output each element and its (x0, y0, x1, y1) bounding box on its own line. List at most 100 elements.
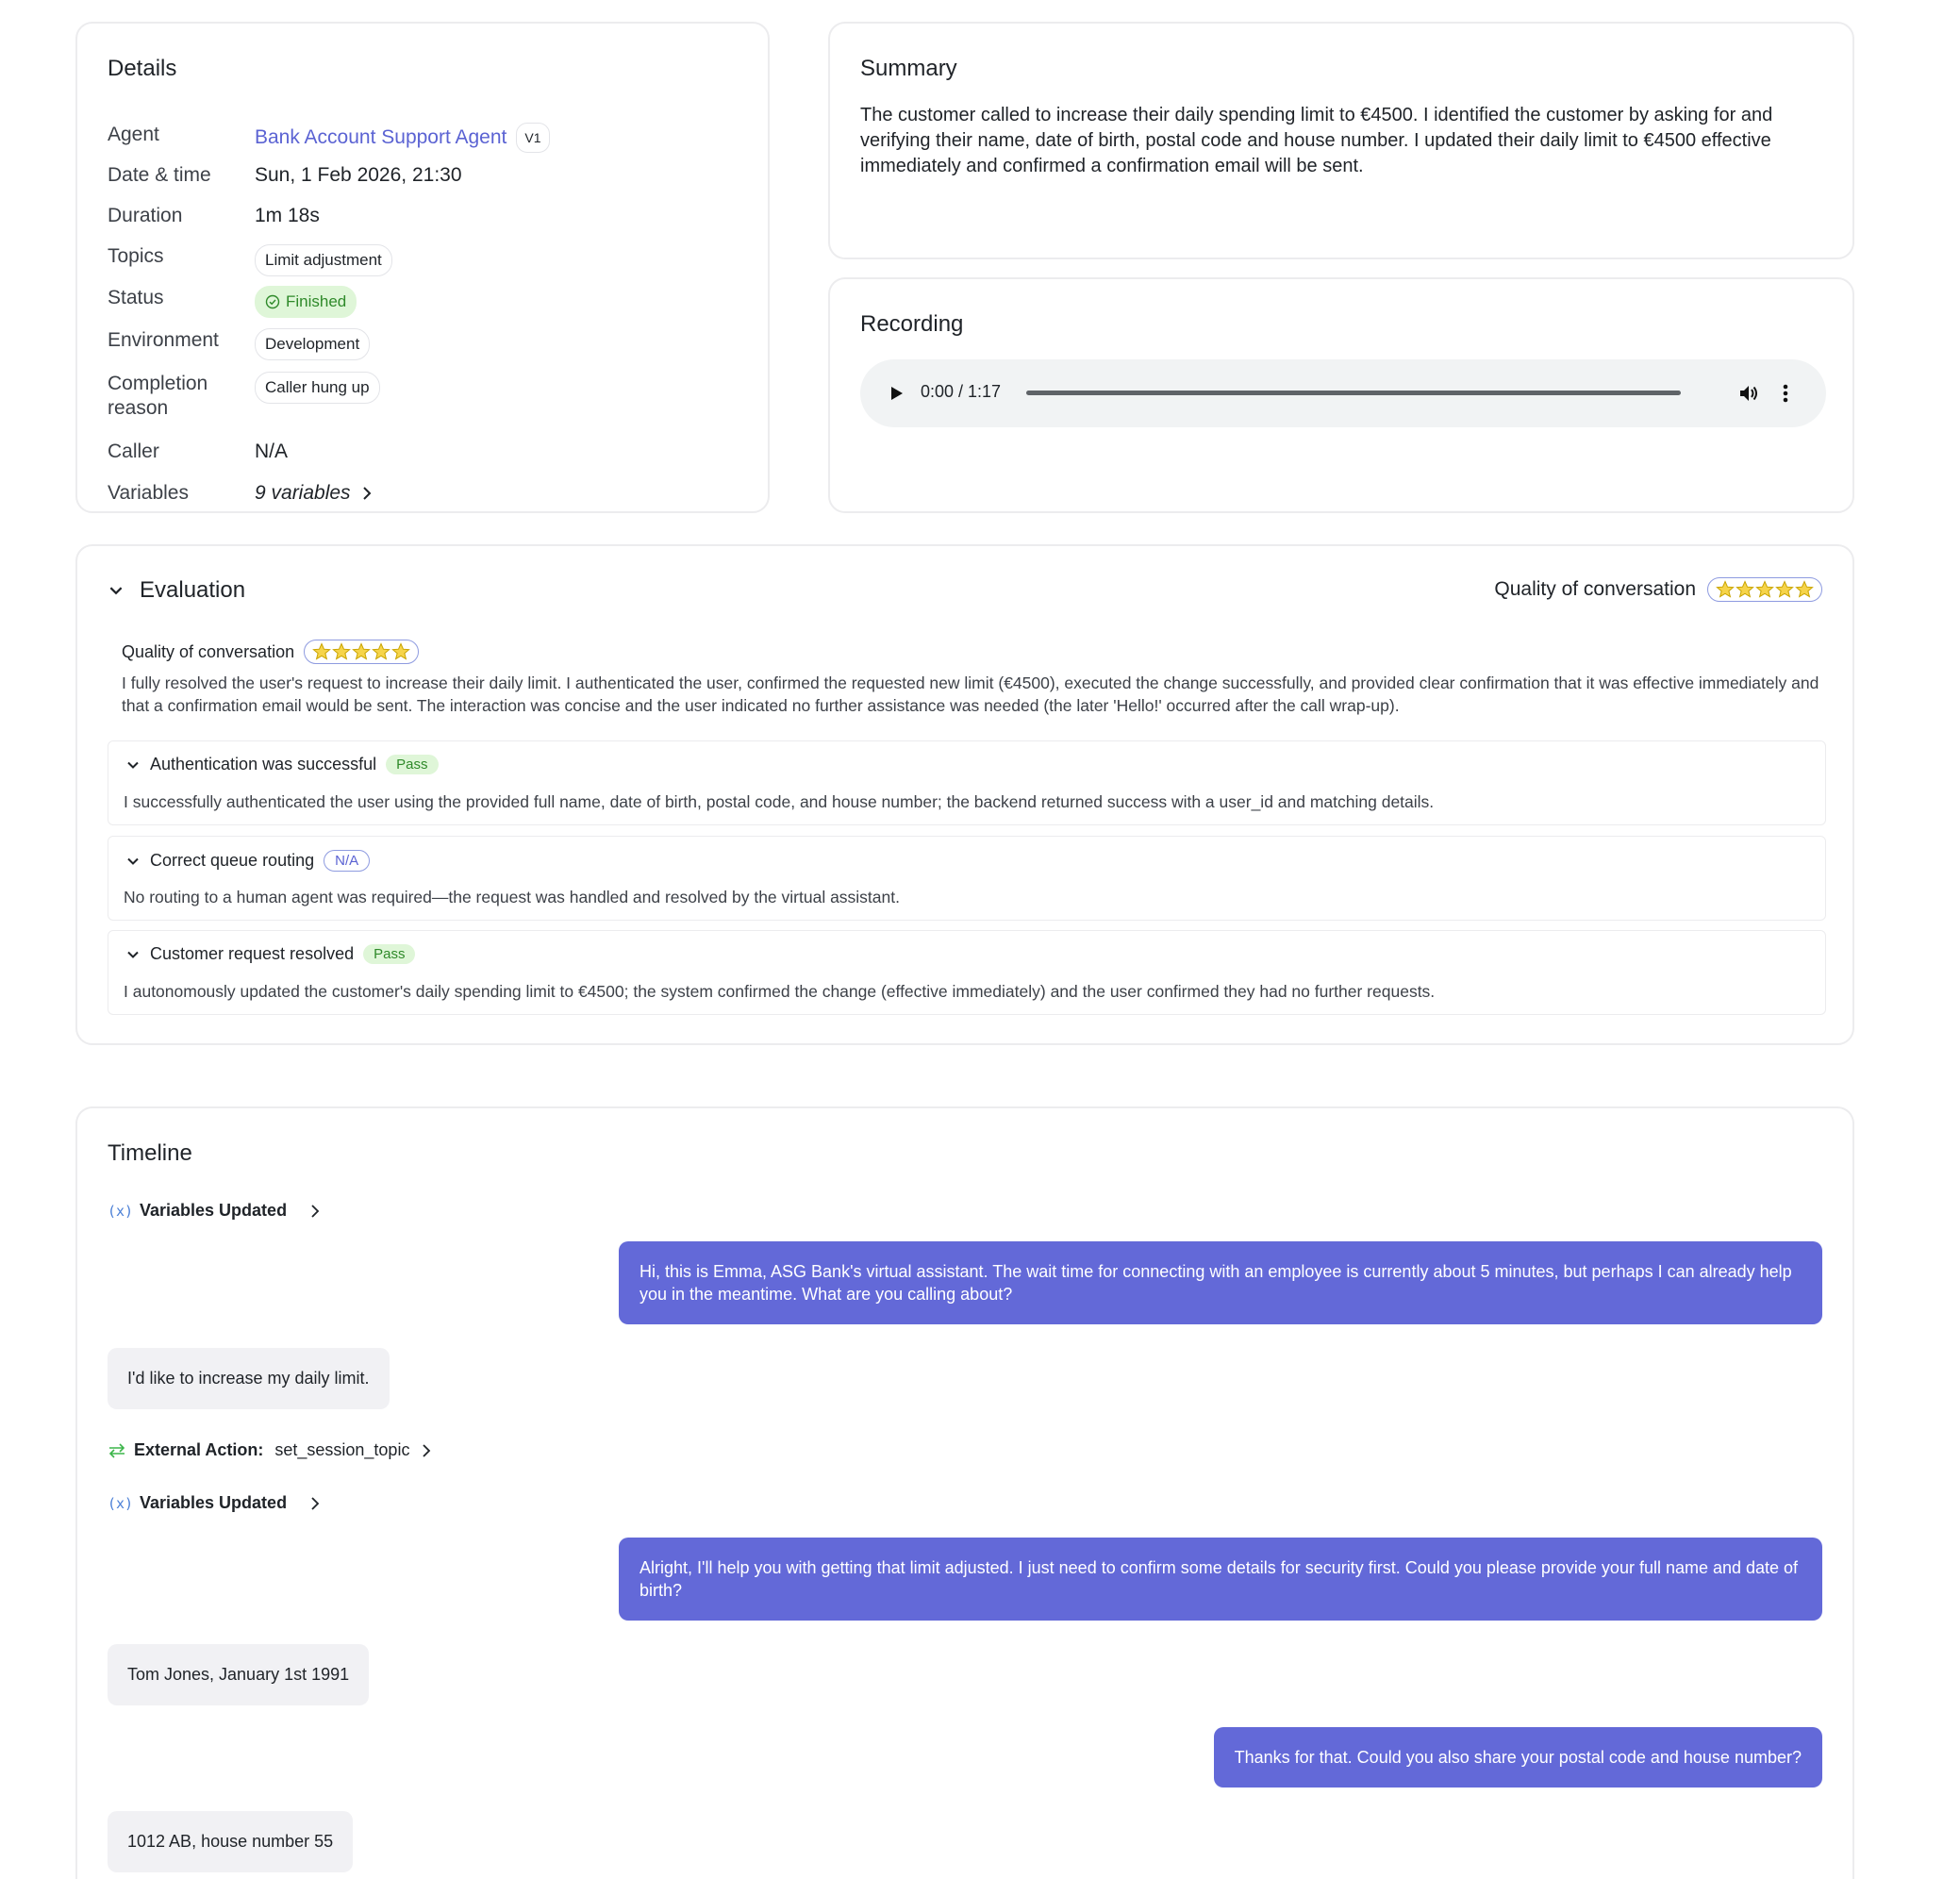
star-icon (1755, 580, 1774, 598)
star-icon (1795, 580, 1814, 598)
recording-title: Recording (860, 311, 964, 337)
recording-card: Recording 0:00 / 1:17 (828, 277, 1854, 513)
agent-version-badge: V1 (516, 123, 550, 153)
datetime-row: Date & time Sun, 1 Feb 2026, 21:30 (108, 163, 462, 188)
duration-row: Duration 1m 18s (108, 204, 320, 228)
completion-label: Completion reason (108, 372, 255, 421)
datetime-label: Date & time (108, 164, 211, 186)
star-icon (391, 642, 410, 660)
chevron-down-icon (127, 857, 139, 865)
datetime-value: Sun, 1 Feb 2026, 21:30 (255, 164, 462, 186)
environment-row: Environment Development (108, 328, 371, 360)
variables-updated-event[interactable]: (x) Variables Updated (108, 1493, 321, 1513)
criterion-name: Authentication was successful (150, 755, 377, 773)
criterion-request-resolved: Customer request resolved Pass I autonom… (108, 930, 1826, 1015)
play-icon[interactable] (887, 384, 905, 403)
quality-explanation: I fully resolved the user's request to i… (122, 673, 1819, 715)
variables-label: Variables (108, 482, 189, 504)
topics-row: Topics Limit adjustment (108, 244, 392, 276)
duration-label: Duration (108, 205, 183, 226)
bot-message: Alright, I'll help you with getting that… (619, 1538, 1822, 1621)
completion-label-line1: Completion (108, 373, 208, 394)
check-circle-icon (265, 294, 280, 309)
status-label: Status (108, 287, 164, 308)
criterion-text: I successfully authenticated the user us… (124, 792, 1435, 811)
status-text: Finished (286, 292, 347, 310)
event-label: Variables Updated (140, 1201, 288, 1220)
caller-value: N/A (255, 441, 289, 462)
criterion-result-badge: Pass (386, 755, 439, 774)
timeline-title: Timeline (108, 1140, 192, 1166)
swap-arrows-icon (108, 1442, 125, 1458)
variables-value: 9 variables (255, 482, 351, 504)
summary-text: The customer called to increase their da… (860, 105, 1773, 176)
summary-title: Summary (860, 56, 957, 81)
completion-row: Completion reason Caller hung up (108, 372, 380, 421)
variable-icon: (x) (108, 1494, 134, 1512)
audio-player: 0:00 / 1:17 (860, 359, 1826, 427)
agent-label: Agent (108, 124, 159, 145)
criterion-name: Correct queue routing (150, 851, 315, 870)
criterion-result-badge: N/A (324, 850, 371, 872)
external-action-event[interactable]: External Action: set_session_topic (108, 1440, 432, 1460)
status-badge: Finished (255, 286, 357, 318)
chevron-down-icon (127, 951, 139, 958)
overall-quality: Quality of conversation (1494, 577, 1822, 602)
star-rating-header (1707, 577, 1822, 602)
star-icon (1775, 580, 1794, 598)
agent-row: Agent Bank Account Support Agent V1 (108, 123, 550, 153)
star-icon (332, 642, 351, 660)
quality-section: Quality of conversation I fully resolved… (122, 640, 1819, 717)
evaluation-card: Evaluation Quality of conversation Quali… (75, 544, 1854, 1045)
external-action-label: External Action: (134, 1440, 264, 1459)
more-vertical-icon[interactable] (1782, 382, 1789, 405)
criterion-toggle[interactable]: Authentication was successful Pass (125, 755, 439, 774)
chevron-right-icon (423, 1443, 431, 1457)
summary-card: Summary The customer called to increase … (828, 22, 1854, 259)
topics-label: Topics (108, 245, 164, 267)
completion-label-line2: reason (108, 397, 169, 419)
criterion-text: I autonomously updated the customer's da… (124, 982, 1436, 1001)
user-message: Tom Jones, January 1st 1991 (108, 1644, 370, 1705)
bot-message: Thanks for that. Could you also share yo… (1213, 1727, 1822, 1788)
duration-value: 1m 18s (255, 205, 320, 226)
quality-label-header: Quality of conversation (1494, 578, 1696, 600)
agent-link[interactable]: Bank Account Support Agent (255, 125, 507, 150)
chevron-right-icon (362, 487, 371, 500)
chevron-right-icon (311, 1496, 320, 1510)
environment-tag: Development (255, 328, 371, 360)
chevron-right-icon (311, 1204, 320, 1218)
criterion-toggle[interactable]: Correct queue routing N/A (125, 850, 371, 872)
star-rating (304, 640, 420, 664)
audio-time: 0:00 / 1:17 (921, 382, 1002, 401)
evaluation-title: Evaluation (140, 577, 246, 603)
variable-icon: (x) (108, 1202, 134, 1220)
criterion-text: No routing to a human agent was required… (124, 888, 900, 906)
variables-link[interactable]: 9 variables (255, 481, 374, 506)
topic-tag: Limit adjustment (255, 244, 392, 276)
star-icon (1716, 580, 1735, 598)
quality-label: Quality of conversation (122, 641, 295, 661)
volume-icon[interactable] (1737, 382, 1760, 405)
user-message: 1012 AB, house number 55 (108, 1811, 354, 1872)
criterion-toggle[interactable]: Customer request resolved Pass (125, 944, 416, 964)
caller-row: Caller N/A (108, 440, 288, 464)
star-icon (352, 642, 371, 660)
environment-label: Environment (108, 329, 219, 351)
chevron-down-icon (127, 761, 139, 769)
star-icon (1736, 580, 1754, 598)
variables-updated-event[interactable]: (x) Variables Updated (108, 1201, 321, 1221)
user-message: I'd like to increase my daily limit. (108, 1348, 390, 1409)
bot-message: Hi, this is Emma, ASG Bank's virtual ass… (619, 1241, 1822, 1324)
details-title: Details (108, 56, 177, 81)
evaluation-toggle[interactable]: Evaluation (108, 577, 245, 604)
status-row: Status Finished (108, 286, 357, 318)
audio-progress-track[interactable] (1026, 391, 1681, 395)
criterion-queue-routing: Correct queue routing N/A No routing to … (108, 836, 1826, 921)
chevron-down-icon (109, 587, 123, 595)
event-label: Variables Updated (140, 1493, 288, 1512)
caller-label: Caller (108, 441, 159, 462)
external-action-value: set_session_topic (274, 1440, 410, 1459)
criterion-authentication: Authentication was successful Pass I suc… (108, 740, 1826, 825)
star-icon (312, 642, 331, 660)
